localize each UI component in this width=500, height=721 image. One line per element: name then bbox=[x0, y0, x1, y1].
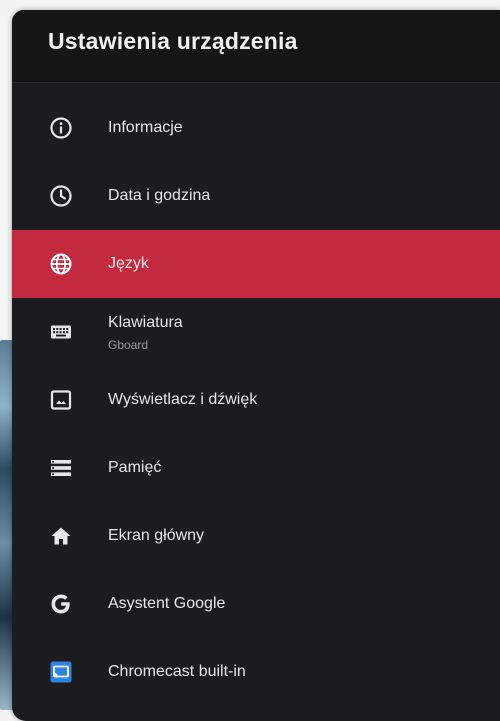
menu-item-asystent-google[interactable]: Asystent Google bbox=[12, 570, 500, 638]
menu-item-data-i-godzina[interactable]: Data i godzina bbox=[12, 162, 500, 230]
menu-item-wyswietlacz-i-dzwiek[interactable]: Wyświetlacz i dźwięk bbox=[12, 366, 500, 434]
menu-item-label: Klawiatura bbox=[108, 314, 183, 331]
home-icon bbox=[48, 523, 74, 549]
menu-item-label: Asystent Google bbox=[108, 595, 226, 612]
menu-item-sublabel: Gboard bbox=[108, 338, 149, 352]
panel-header: Ustawienia urządzenia bbox=[12, 10, 500, 83]
menu-item-jezyk[interactable]: Język bbox=[12, 230, 500, 298]
menu-item-informacje[interactable]: Informacje bbox=[12, 94, 500, 162]
info-icon bbox=[48, 115, 74, 141]
menu-item-label: Chromecast built-in bbox=[108, 663, 246, 680]
menu-item-label: Ekran główny bbox=[108, 527, 205, 544]
page-title: Ustawienia urządzenia bbox=[48, 28, 298, 54]
device-settings-panel: Ustawienia urządzenia Informacje Data i … bbox=[12, 10, 500, 721]
keyboard-icon bbox=[48, 319, 74, 345]
menu-item-label: Informacje bbox=[108, 119, 183, 136]
menu-item-klawiatura[interactable]: Klawiatura Gboard bbox=[12, 298, 500, 366]
display-icon bbox=[48, 387, 74, 413]
storage-icon bbox=[48, 455, 74, 481]
menu-item-label: Data i godzina bbox=[108, 187, 211, 204]
menu-item-chromecast-built-in[interactable]: Chromecast built-in bbox=[12, 638, 500, 706]
menu-item-label: Pamięć bbox=[108, 459, 162, 476]
menu-item-label: Wyświetlacz i dźwięk bbox=[108, 391, 258, 408]
google-icon bbox=[48, 591, 74, 617]
globe-icon bbox=[48, 251, 74, 277]
cast-icon bbox=[48, 659, 74, 685]
clock-icon bbox=[48, 183, 74, 209]
menu-item-ekran-glowny[interactable]: Ekran główny bbox=[12, 502, 500, 570]
menu-item-label: Język bbox=[108, 255, 149, 272]
menu-item-pamiec[interactable]: Pamięć bbox=[12, 434, 500, 502]
